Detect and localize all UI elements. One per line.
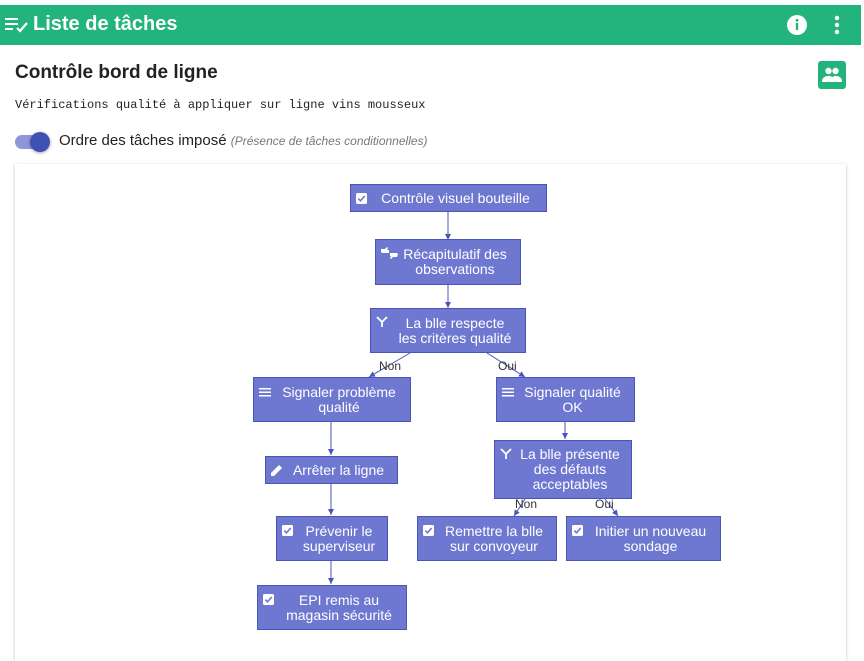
fork-icon [376, 316, 388, 331]
toggle-label-text: Ordre des tâches imposé [59, 132, 227, 149]
node-label-line2: magasin sécurité [286, 606, 392, 623]
node-label-line2: sondage [623, 537, 678, 554]
list-icon [502, 385, 514, 400]
info-icon[interactable] [786, 14, 808, 41]
toggle-label: Ordre des tâches imposé (Présence de tâc… [59, 132, 428, 149]
task-node-arreter-ligne[interactable]: Arrêter la ligne [265, 456, 398, 484]
edge-label-non: Non [379, 359, 402, 373]
node-text: La blle présente des défauts acceptables [506, 447, 620, 492]
node-label-line1: Remettre la blle [444, 522, 544, 539]
task-node-controle-visuel[interactable]: Contrôle visuel bouteille [350, 184, 547, 212]
task-node-signaler-qualite-ok[interactable]: Signaler qualité OK [496, 377, 635, 422]
node-label-line1: Initier un nouveau [594, 522, 707, 539]
toggle-hint: (Présence de tâches conditionnelles) [230, 134, 428, 148]
app-title: Liste de tâches [33, 13, 178, 35]
checkbox-icon [282, 524, 293, 539]
checkbox-icon [263, 593, 274, 608]
task-node-recapitulatif[interactable]: Récapitulatif des observations [375, 239, 521, 285]
flowchart-card: Contrôle visuel bouteille Récapitulatif … [15, 164, 846, 661]
task-node-prevenir-superviseur[interactable]: Prévenir le superviseur [276, 516, 388, 561]
node-label-line1: Signaler qualité [524, 383, 621, 400]
node-text: Remettre la blle sur convoyeur [431, 522, 544, 554]
list-description: Vérifications qualité à appliquer sur li… [15, 98, 426, 112]
task-node-remettre-blle[interactable]: Remettre la blle sur convoyeur [417, 516, 557, 561]
node-text: Signaler problème qualité [268, 383, 396, 415]
pencil-icon [271, 464, 283, 479]
ordered-tasks-toggle[interactable] [15, 132, 51, 152]
node-label-line2: OK [562, 398, 583, 415]
playlist-check-icon[interactable] [5, 17, 29, 38]
node-label-line1: Récapitulatif des [403, 246, 507, 262]
page-title: Contrôle bord de ligne [15, 62, 218, 83]
node-label-line2: les critères qualité [398, 329, 512, 346]
node-label-line1: La blle respecte [405, 314, 505, 331]
task-node-epi-remis[interactable]: EPI remis au magasin sécurité [257, 585, 407, 630]
node-label: Arrêter la ligne [292, 461, 385, 478]
list-icon [259, 385, 271, 400]
node-text: EPI remis au magasin sécurité [272, 591, 392, 623]
decision-node-criteres-qualite[interactable]: La blle respecte les critères qualité [370, 308, 526, 353]
node-label-line2: observations [415, 261, 495, 277]
node-label-line1: Signaler problème [282, 383, 396, 400]
toggle-thumb [30, 132, 50, 152]
node-label-line2: sur convoyeur [450, 537, 538, 554]
checkbox-icon [572, 524, 583, 539]
group-icon [822, 67, 842, 82]
node-label-line1: EPI remis au [298, 591, 380, 608]
more-vert-icon[interactable] [830, 14, 844, 41]
node-text: Récapitulatif des observations [389, 247, 507, 277]
node-label: Contrôle visuel bouteille [381, 189, 530, 206]
node-label-line3: acceptables [532, 476, 608, 492]
edge-label-oui: Oui [498, 359, 517, 373]
node-text: Signaler qualité OK [510, 383, 621, 415]
edge-label-oui: Oui [595, 497, 614, 511]
task-node-initier-sondage[interactable]: Initier un nouveau sondage [566, 516, 721, 561]
checkbox-icon [356, 192, 367, 207]
task-node-signaler-probleme[interactable]: Signaler problème qualité [253, 377, 411, 422]
group-button[interactable] [818, 61, 846, 89]
node-label-line1: La blle présente [520, 446, 620, 462]
edge-label-non: Non [515, 497, 538, 511]
node-label-line2: des défauts [533, 461, 607, 477]
node-label-line2: qualité [318, 398, 360, 415]
fork-icon [500, 448, 512, 463]
checkbox-icon [423, 524, 434, 539]
thumbs-up-down-icon [381, 247, 398, 262]
node-label-line2: superviseur [302, 537, 376, 554]
node-text: Prévenir le superviseur [289, 522, 376, 554]
node-text: La blle respecte les critères qualité [385, 314, 512, 346]
node-label-line1: Prévenir le [305, 522, 373, 539]
app-bar: Liste de tâches [0, 5, 861, 45]
decision-node-defauts-acceptables[interactable]: La blle présente des défauts acceptables [494, 440, 632, 499]
node-text: Initier un nouveau sondage [581, 522, 707, 554]
